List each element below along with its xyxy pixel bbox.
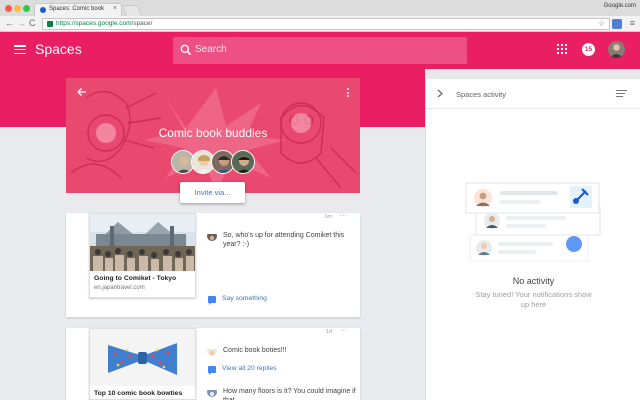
user-avatar[interactable] — [608, 41, 625, 58]
invite-button[interactable]: Invite via... — [180, 182, 245, 203]
notification-badge[interactable]: 15 — [582, 43, 595, 56]
empty-subtitle: Stay tuned! Your notifications show up h… — [475, 290, 592, 309]
browser-toolbar: ← → C https://spaces.google.com/space/ ☆ — [0, 16, 640, 32]
message-avatar[interactable] — [207, 231, 217, 241]
more-vert-icon[interactable] — [347, 88, 350, 99]
link-title: Going to Comiket - Tokyo — [94, 275, 177, 282]
secure-lock-icon — [47, 21, 53, 27]
browser-tab-bar: Spaces: Comic book × Google.com — [0, 0, 640, 16]
chevron-right-icon[interactable] — [436, 89, 444, 98]
search-placeholder: Search — [195, 44, 227, 55]
space-header-card: Comic book buddies — [66, 78, 360, 193]
browser-menu-icon[interactable]: ≡ — [630, 18, 635, 28]
window-minimize-button[interactable] — [14, 5, 21, 12]
window-zoom-button[interactable] — [23, 5, 30, 12]
search-input[interactable]: Search — [173, 37, 467, 64]
tab-close-icon[interactable]: × — [113, 5, 117, 12]
reply-avatar[interactable] — [207, 387, 217, 397]
activity-panel-title: Spaces activity — [456, 90, 507, 99]
chat-bubble-icon — [208, 366, 216, 375]
post-more-icon[interactable]: ··· — [340, 327, 347, 334]
search-icon — [180, 44, 192, 56]
browser-reload-icon[interactable]: C — [29, 18, 36, 28]
window-close-button[interactable] — [5, 5, 12, 12]
post-timestamp: 1m — [324, 214, 332, 220]
reply-text: How many floors is it? You could imagine… — [223, 388, 356, 400]
view-replies-button[interactable]: View all 20 replies — [207, 365, 357, 375]
browser-tab[interactable]: Spaces: Comic book × — [34, 3, 122, 16]
bookmark-star-icon[interactable]: ☆ — [598, 19, 605, 28]
link-preview[interactable]: Top 10 comic book bowties — [89, 328, 196, 400]
post-timestamp: 1d — [325, 329, 332, 335]
url-text: https://spaces.google.com/space/ — [56, 20, 153, 27]
say-something-label: Say something — [222, 295, 267, 302]
browser-back-icon[interactable]: ← — [5, 18, 14, 28]
space-title: Comic book buddies — [158, 126, 268, 140]
message-avatar[interactable] — [207, 346, 217, 356]
browser-forward-icon[interactable]: → — [17, 18, 26, 28]
app-bar: Spaces Search — [0, 32, 640, 69]
view-replies-label: View all 20 replies — [222, 365, 277, 372]
message-text: So, who's up for attending Comiket this … — [223, 232, 345, 248]
link-domain: en.japantravel.com — [94, 285, 145, 291]
post-card[interactable]: Going to Comiket - Tokyo en.japantravel.… — [66, 212, 360, 317]
post-more-icon[interactable]: ··· — [340, 212, 347, 219]
extension-icon[interactable] — [612, 19, 622, 29]
link-preview[interactable]: Going to Comiket - Tokyo en.japantravel.… — [89, 213, 196, 298]
message-text: Comic book boties!!! — [223, 347, 287, 354]
menu-icon[interactable] — [14, 45, 26, 55]
tab-title: Spaces: Comic book — [49, 6, 105, 12]
apps-grid-icon[interactable] — [557, 44, 567, 54]
link-preview-image — [90, 214, 195, 271]
profile-label[interactable]: Google.com — [604, 3, 636, 9]
post-card[interactable]: Top 10 comic book bowties 1d ··· Comic b… — [66, 327, 360, 400]
say-something-button[interactable]: Say something — [207, 295, 357, 305]
filter-icon[interactable] — [615, 90, 628, 99]
empty-activity-illustration — [465, 182, 601, 262]
link-preview-image — [90, 329, 195, 386]
link-title: Top 10 comic book bowties — [94, 390, 183, 397]
back-arrow-icon[interactable] — [76, 86, 88, 98]
address-bar[interactable]: https://spaces.google.com/space/ ☆ — [42, 18, 610, 30]
new-tab-button[interactable] — [121, 5, 143, 16]
activity-panel-header: Spaces activity — [426, 79, 640, 109]
app-title: Spaces — [35, 41, 82, 57]
chat-bubble-icon — [208, 296, 216, 305]
member-avatar[interactable] — [231, 150, 255, 174]
activity-panel: Spaces activity No activity Stay tuned! … — [425, 79, 640, 400]
spaces-favicon-icon — [40, 7, 46, 13]
empty-title: No activity — [512, 276, 555, 286]
